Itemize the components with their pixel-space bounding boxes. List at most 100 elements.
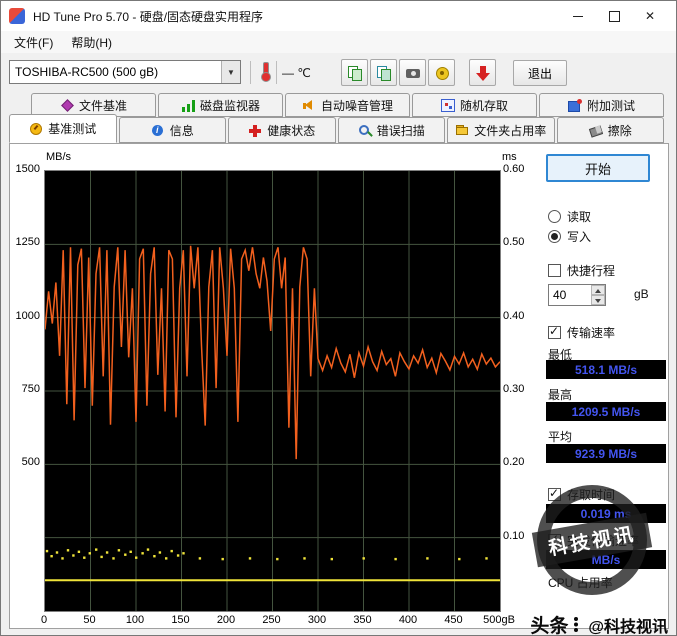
write-radio-row[interactable]: 写入	[548, 228, 591, 245]
y-right-tick-label: 0.60	[503, 163, 525, 175]
short-stroke-field	[548, 284, 606, 306]
burst-rate-value: MB/s	[546, 550, 666, 569]
tab-error-scan[interactable]: 错误扫描	[337, 117, 445, 143]
minimize-button[interactable]	[560, 1, 596, 31]
noise-management-icon	[302, 99, 316, 112]
tab-random-access[interactable]: 随机存取	[412, 93, 537, 117]
avg-label: 平均	[548, 430, 573, 444]
tab-label: 文件夹占用率	[474, 123, 547, 138]
disk-monitor-icon	[180, 98, 195, 112]
max-value: 1209.5 MB/s	[546, 402, 666, 421]
x-tick-label: 50	[83, 614, 96, 626]
benchmark-icon	[29, 122, 43, 135]
app-icon	[9, 8, 25, 24]
extra-tests-icon	[567, 98, 582, 112]
y-right-tick-label: 0.50	[503, 236, 525, 249]
save-results-button[interactable]	[428, 59, 455, 86]
tab-folder-usage[interactable]: 文件夹占用率	[447, 117, 555, 143]
short-stroke-checkbox[interactable]	[548, 264, 561, 277]
drive-select[interactable]: TOSHIBA-RC500 (500 gB) ▼	[9, 60, 241, 84]
burst-rate-checkbox[interactable]	[548, 532, 561, 547]
y-axis-unit-left: MB/s	[46, 151, 72, 163]
short-stroke-spinner	[591, 285, 605, 305]
short-stroke-label: 快捷行程	[567, 264, 616, 278]
maximize-button[interactable]	[596, 1, 632, 31]
min-value: 518.1 MB/s	[546, 360, 666, 379]
write-radio-label: 写入	[567, 230, 592, 244]
download-update-button[interactable]	[469, 59, 496, 86]
red-down-arrow-icon	[476, 66, 490, 81]
tab-label: 基准测试	[48, 122, 97, 136]
x-tick-label: 250	[262, 614, 281, 626]
y-right-tick-label: 0.30	[503, 383, 525, 395]
close-button[interactable]	[632, 1, 668, 31]
controls-panel: 开始 读取 写入 快捷行程 gB	[532, 144, 669, 628]
tab-extra-tests[interactable]: 附加测试	[539, 93, 664, 117]
copy-image-icon	[377, 66, 391, 81]
y-axis-unit-right: ms	[502, 151, 517, 163]
tab-label: 信息	[169, 123, 194, 138]
x-tick-label: 150	[171, 614, 190, 626]
short-stroke-row[interactable]: 快捷行程	[548, 262, 615, 279]
thermometer-icon	[260, 62, 271, 82]
avg-value: 923.9 MB/s	[546, 444, 666, 463]
access-time-label: 存取时间	[567, 488, 616, 502]
titlebar[interactable]: HD Tune Pro 5.70 - 硬盘/固态硬盘实用程序	[1, 1, 676, 31]
tab-erase[interactable]: 擦除	[556, 117, 664, 143]
y-left-tick-label: 750	[21, 383, 40, 395]
tab-disk-monitor[interactable]: 磁盘监视器	[158, 93, 283, 117]
y-left-tick-label: 1250	[15, 236, 40, 249]
tab-benchmark[interactable]: 基准测试	[9, 114, 117, 143]
write-radio[interactable]	[548, 230, 561, 243]
screenshot-button[interactable]	[399, 59, 426, 86]
temperature-value: — ℃	[282, 66, 311, 80]
access-time-checkbox[interactable]	[548, 486, 561, 501]
benchmark-plot-svg	[45, 171, 500, 611]
tab-label: 附加测试	[586, 98, 635, 113]
x-tick-label: 350	[353, 614, 372, 626]
menu-help[interactable]: 帮助(H)	[62, 32, 121, 53]
x-tick-label: 300	[307, 614, 327, 626]
toolbar-separator	[276, 61, 277, 84]
tab-auto-noise[interactable]: 自动噪音管理	[285, 93, 410, 117]
copy-text-icon	[348, 66, 362, 81]
tab-health[interactable]: 健康状态	[228, 117, 336, 143]
spinner-up-button[interactable]	[591, 285, 605, 295]
tabs-top-row: 文件基准 磁盘监视器 自动噪音管理 随机存取 附加测试	[31, 93, 664, 117]
cpu-usage-label: CPU 占用率	[548, 576, 613, 590]
transfer-rate-row[interactable]: 传输速率	[548, 324, 615, 341]
burst-rate-label: 突发传输速率	[567, 534, 640, 548]
tabs-bottom-row: 基准测试 信息 健康状态 错误扫描 文件夹占用率 擦除	[9, 114, 664, 143]
save-icon	[435, 66, 449, 80]
app-window: HD Tune Pro 5.70 - 硬盘/固态硬盘实用程序 文件(F) 帮助(…	[0, 0, 677, 636]
menu-file[interactable]: 文件(F)	[5, 32, 62, 53]
read-radio[interactable]	[548, 210, 561, 223]
x-tick-label: 200	[216, 614, 236, 626]
x-tick-label: 400	[398, 614, 418, 626]
burst-rate-row[interactable]: 突发传输速率	[548, 532, 639, 549]
maximize-icon	[608, 10, 620, 22]
health-icon	[248, 123, 263, 137]
y-left-tick-label: 1000	[15, 309, 40, 322]
drive-select-value: TOSHIBA-RC500 (500 gB)	[15, 65, 159, 79]
chevron-down-icon[interactable]: ▼	[221, 61, 240, 83]
window-controls	[560, 1, 668, 31]
exit-button[interactable]: 退出	[513, 60, 567, 86]
tab-info[interactable]: 信息	[118, 117, 226, 143]
spinner-down-button[interactable]	[591, 295, 605, 305]
access-time-row[interactable]: 存取时间	[548, 486, 615, 503]
x-tick-label: 500gB	[483, 614, 515, 626]
tab-label: 自动噪音管理	[320, 98, 393, 113]
copy-text-button[interactable]	[341, 59, 368, 86]
y-right-tick-label: 0.40	[503, 309, 525, 322]
tab-label: 擦除	[607, 123, 632, 138]
start-button[interactable]: 开始	[546, 154, 650, 182]
tab-label: 错误扫描	[376, 123, 425, 138]
max-label: 最高	[548, 388, 573, 402]
camera-icon	[406, 66, 420, 79]
short-stroke-unit: gB	[634, 287, 649, 301]
transfer-rate-label: 传输速率	[567, 326, 616, 340]
copy-image-button[interactable]	[370, 59, 397, 86]
transfer-rate-checkbox[interactable]	[548, 324, 561, 339]
read-radio-row[interactable]: 读取	[548, 208, 591, 225]
